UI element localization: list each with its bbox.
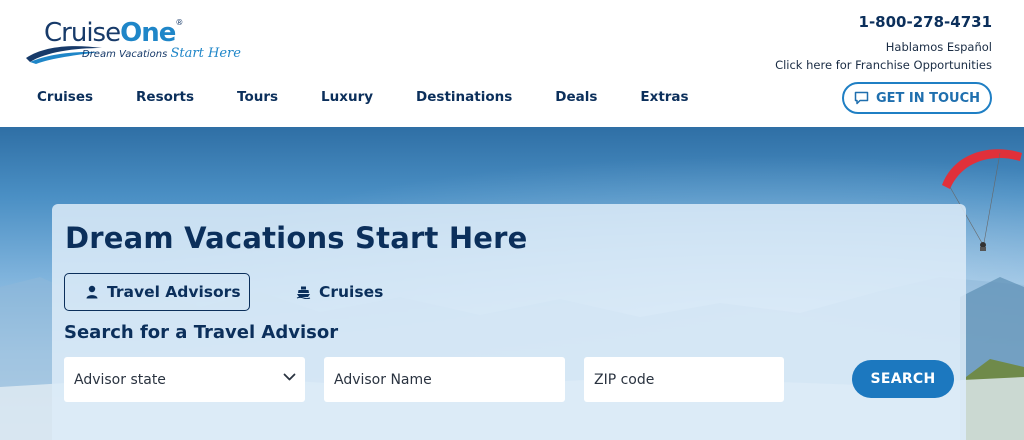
contact-block: 1-800-278-4731 Hablamos Español Click he…	[775, 13, 992, 74]
get-in-touch-button[interactable]: GET IN TOUCH	[842, 82, 992, 114]
nav-item-luxury[interactable]: Luxury	[321, 89, 373, 105]
franchise-link[interactable]: Click here for Franchise Opportunities	[775, 56, 992, 74]
nav-item-resorts[interactable]: Resorts	[136, 89, 194, 105]
zip-code-input[interactable]: ZIP code	[584, 357, 784, 402]
logo-tagline: Dream Vacations	[82, 49, 168, 60]
search-panel: Dream Vacations Start Here Travel Adviso…	[52, 204, 966, 440]
tab-travel-advisors[interactable]: Travel Advisors	[64, 273, 250, 311]
person-icon	[86, 285, 98, 299]
nav-item-cruises[interactable]: Cruises	[37, 89, 93, 105]
chevron-down-icon	[283, 373, 296, 381]
cruiseone-logo[interactable]: CruiseOne® Dream Vacations Start Here	[24, 18, 241, 66]
advisor-name-placeholder: Advisor Name	[334, 371, 432, 388]
phone-number[interactable]: 1-800-278-4731	[775, 13, 992, 31]
zip-code-placeholder: ZIP code	[594, 371, 655, 388]
advisor-state-placeholder: Advisor state	[74, 371, 166, 388]
search-button[interactable]: SEARCH	[852, 360, 954, 398]
ship-icon	[296, 286, 311, 299]
site-header: CruiseOne® Dream Vacations Start Here 1-…	[0, 0, 1024, 127]
get-in-touch-label: GET IN TOUCH	[875, 90, 981, 106]
advisor-name-input[interactable]: Advisor Name	[324, 357, 565, 402]
nav-item-deals[interactable]: Deals	[555, 89, 597, 105]
logo-wordmark-one: One	[120, 18, 176, 48]
main-nav: Cruises Resorts Tours Luxury Destination…	[37, 89, 732, 105]
nav-item-tours[interactable]: Tours	[237, 89, 278, 105]
logo-wordmark-cruise: Cruise	[44, 18, 121, 48]
hero-title: Dream Vacations Start Here	[65, 221, 528, 255]
chat-bubble-icon	[854, 91, 869, 105]
logo-tagline-script: Start Here	[170, 46, 241, 61]
search-subheading: Search for a Travel Advisor	[64, 322, 339, 343]
hero-banner: Dream Vacations Start Here Travel Adviso…	[0, 127, 1024, 440]
tab-cruises-label: Cruises	[319, 283, 384, 301]
tab-cruises[interactable]: Cruises	[294, 273, 383, 311]
nav-item-extras[interactable]: Extras	[640, 89, 688, 105]
nav-item-destinations[interactable]: Destinations	[416, 89, 512, 105]
spanish-link[interactable]: Hablamos Español	[775, 38, 992, 56]
advisor-state-select[interactable]: Advisor state	[64, 357, 305, 402]
logo-registered: ®	[175, 18, 183, 27]
tab-travel-advisors-label: Travel Advisors	[107, 283, 241, 301]
